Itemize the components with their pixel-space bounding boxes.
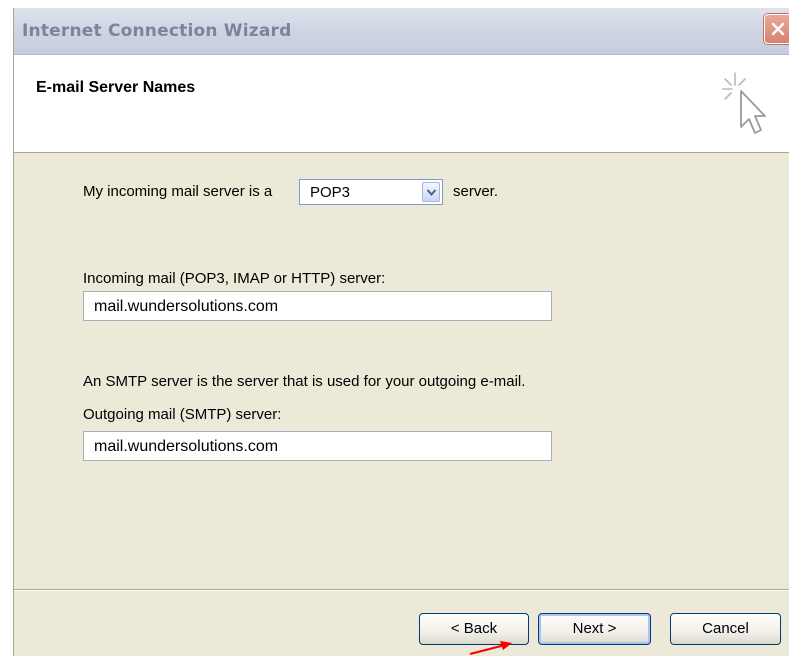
annotation-arrow — [469, 641, 512, 655]
